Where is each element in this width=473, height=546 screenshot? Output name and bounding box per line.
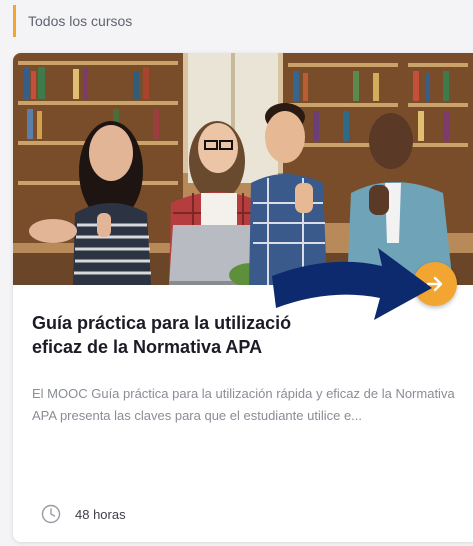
arrow-right-icon xyxy=(426,276,443,292)
open-course-button[interactable] xyxy=(413,262,457,306)
page: Todos los cursos Guía práctica para la u… xyxy=(0,0,473,546)
clock-icon xyxy=(41,504,61,524)
course-duration: 48 horas xyxy=(41,504,126,524)
course-description: El MOOC Guía práctica para la utilizació… xyxy=(32,386,455,423)
breadcrumb: Todos los cursos xyxy=(13,5,132,37)
course-card[interactable]: Guía práctica para la utilizació eficaz … xyxy=(13,53,473,542)
course-title-line2: eficaz de la Normativa APA xyxy=(32,337,263,357)
course-title[interactable]: Guía práctica para la utilizació eficaz … xyxy=(32,311,452,359)
course-image[interactable] xyxy=(13,53,473,285)
duration-label: 48 horas xyxy=(75,506,126,522)
breadcrumb-all-courses-link[interactable]: Todos los cursos xyxy=(28,13,132,29)
course-title-line1: Guía práctica para la utilizació xyxy=(32,313,292,333)
students-photo-illustration xyxy=(13,53,473,285)
